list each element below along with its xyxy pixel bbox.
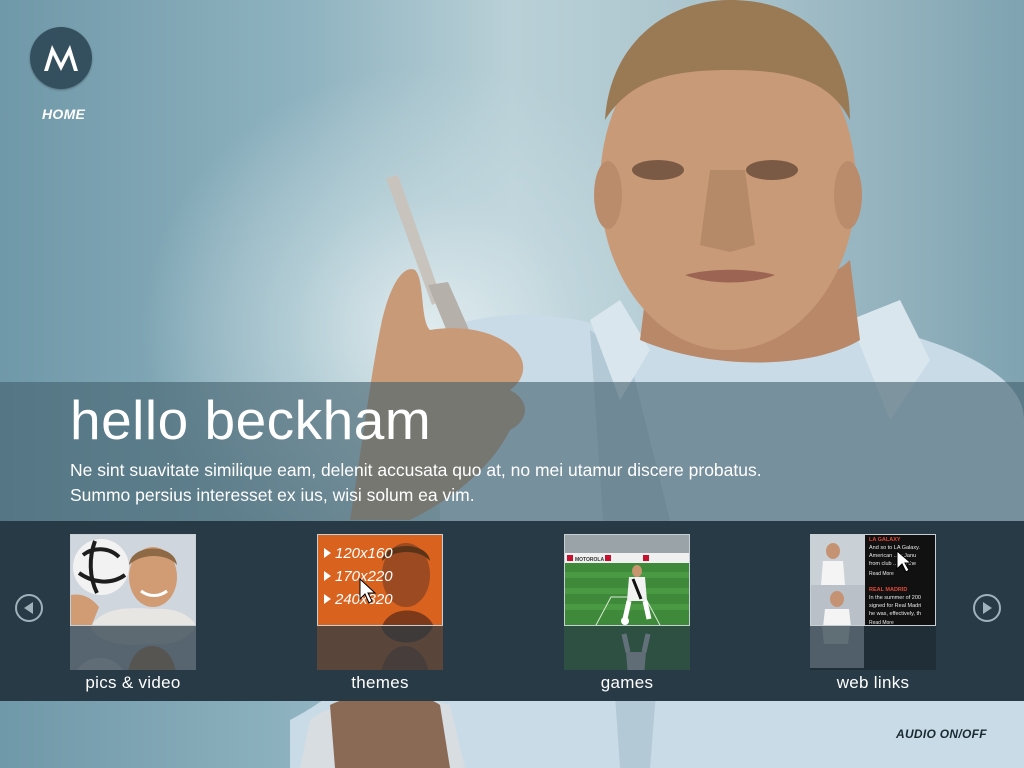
pics-video-thumbnail bbox=[70, 534, 196, 626]
web-links-headline-1: LA GALAXY bbox=[869, 537, 901, 543]
hero-description-line1: Ne sint suavitate similique eam, delenit… bbox=[70, 460, 762, 480]
games-thumbnail: MOTOROLA bbox=[564, 534, 690, 626]
web-links-thumbnail: LA GALAXY And so to LA Galaxy. American … bbox=[810, 534, 936, 626]
games-reflection bbox=[564, 626, 690, 670]
tile-label: web links bbox=[836, 673, 910, 692]
tile-themes[interactable]: 120x160 170x220 240x320 themes bbox=[317, 534, 443, 692]
svg-text:American ...in Janu: American ...in Janu bbox=[869, 553, 916, 559]
hero-description-line2: Summo persius interesset ex ius, wisi so… bbox=[70, 485, 475, 505]
tile-label: pics & video bbox=[85, 673, 181, 692]
tile-label: themes bbox=[351, 673, 409, 692]
play-right-icon bbox=[983, 602, 992, 614]
home-link[interactable]: HOME bbox=[42, 106, 85, 122]
web-links-headline-2: REAL MADRID bbox=[869, 587, 907, 593]
tile-pics-video[interactable]: pics & video bbox=[70, 534, 196, 692]
themes-thumbnail: 120x160 170x220 240x320 bbox=[317, 534, 443, 626]
svg-text:In the summer of 200: In the summer of 200 bbox=[869, 595, 921, 601]
carousel-prev-button[interactable] bbox=[15, 594, 43, 622]
svg-text:he was, effectively, th: he was, effectively, th bbox=[869, 611, 921, 617]
themes-reflection bbox=[317, 626, 443, 670]
svg-text:Read More: Read More bbox=[869, 571, 894, 577]
pics-video-reflection bbox=[70, 626, 196, 670]
hero-description: Ne sint suavitate similique eam, delenit… bbox=[70, 458, 870, 508]
play-left-icon bbox=[24, 602, 33, 614]
web-links-reflection bbox=[810, 626, 936, 670]
hero-title: hello beckham bbox=[70, 389, 432, 451]
games-banner-text: MOTOROLA bbox=[575, 557, 604, 563]
hero-banner: hello beckham Ne sint suavitate similiqu… bbox=[0, 382, 1024, 521]
carousel-next-button[interactable] bbox=[973, 594, 1001, 622]
tile-web-links[interactable]: LA GALAXY And so to LA Galaxy. American … bbox=[810, 534, 936, 692]
audio-toggle-button[interactable]: AUDIO ON/OFF bbox=[896, 727, 987, 741]
tile-games[interactable]: MOTOROLA games bbox=[564, 534, 690, 692]
motorola-batwing-icon bbox=[44, 45, 78, 71]
motorola-logo[interactable] bbox=[30, 27, 92, 89]
tile-label: games bbox=[600, 673, 654, 692]
svg-text:And so to LA Galaxy.: And so to LA Galaxy. bbox=[869, 545, 920, 551]
theme-size-1: 120x160 bbox=[335, 545, 393, 562]
svg-text:signed for Real Madri: signed for Real Madri bbox=[869, 603, 921, 609]
